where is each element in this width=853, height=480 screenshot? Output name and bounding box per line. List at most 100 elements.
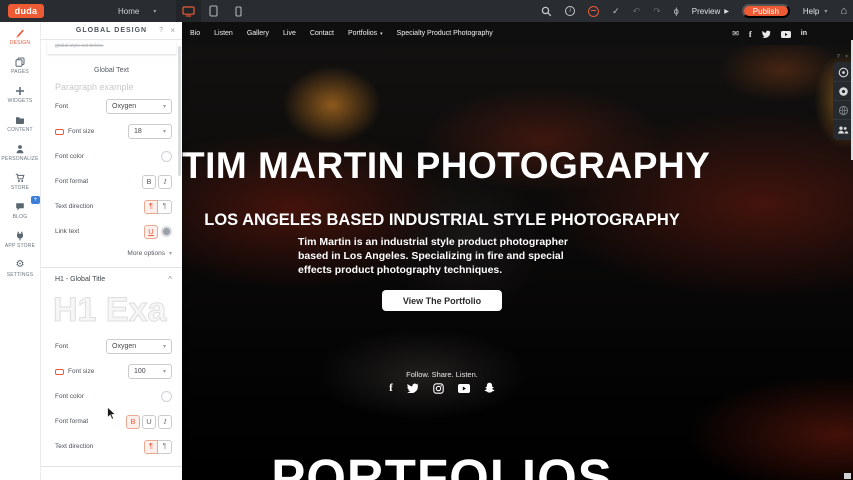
desktop-view-button[interactable] xyxy=(176,0,201,22)
sidebar-item-store[interactable]: STORE xyxy=(0,167,40,196)
font-size-value: 18 xyxy=(134,128,142,135)
link-underline-button[interactable]: U xyxy=(144,225,158,239)
editor-topbar: duda Home ▾ i ✓ ↶ ↷ ϕ xyxy=(0,0,853,22)
duda-logo[interactable]: duda xyxy=(8,4,44,18)
paintbrush-icon xyxy=(15,27,25,38)
sidebar-item-design[interactable]: DESIGN xyxy=(0,22,40,51)
font-size-label-text: Font size xyxy=(68,128,94,135)
nav-item-specialty[interactable]: Specialty Product Photography xyxy=(397,30,493,37)
h1-section-header[interactable]: H1 - Global Title ^ xyxy=(41,268,182,290)
h1-font-size-label: Font size xyxy=(55,368,94,375)
dev-mode-icon[interactable]: ϕ xyxy=(674,7,679,16)
h1-font-family-dropdown[interactable]: Oxygen ▾ xyxy=(106,339,172,354)
h1-font-color-swatch[interactable] xyxy=(161,391,172,402)
desktop-icon xyxy=(182,6,195,17)
twitter-icon[interactable] xyxy=(762,25,771,43)
chevron-down-icon: ▾ xyxy=(153,8,156,15)
person-icon xyxy=(15,143,25,154)
tablet-view-button[interactable] xyxy=(201,0,226,22)
bold-button[interactable]: B xyxy=(142,175,156,189)
page-selector-label: Home xyxy=(118,7,139,16)
undo-icon[interactable]: ↶ xyxy=(633,7,641,16)
check-icon[interactable]: ✓ xyxy=(612,7,620,16)
instagram-icon[interactable] xyxy=(433,383,444,394)
link-color-swatch[interactable] xyxy=(161,226,172,237)
youtube-icon[interactable] xyxy=(458,384,470,393)
h1-ltr-direction-button[interactable]: ¶ xyxy=(144,440,158,454)
font-family-value: Oxygen xyxy=(112,103,136,110)
font-family-dropdown[interactable]: Oxygen ▾ xyxy=(106,99,172,114)
publish-button[interactable]: Publish xyxy=(742,4,790,18)
play-icon: ▶ xyxy=(724,8,729,15)
nav-item-contact[interactable]: Contact xyxy=(310,30,334,37)
italic-button[interactable]: I xyxy=(158,175,172,189)
more-options-link[interactable]: More options ▾ xyxy=(41,246,182,260)
nav-item-portfolios[interactable]: Portfolios ▾ xyxy=(348,30,383,37)
sidebar-item-label: CONTENT xyxy=(7,127,33,133)
cart-icon xyxy=(15,172,25,183)
twitter-icon[interactable] xyxy=(407,383,419,393)
sidebar-item-widgets[interactable]: WIDGETS xyxy=(0,80,40,109)
panel-scrollbar[interactable] xyxy=(178,46,181,176)
h1-font-family-value: Oxygen xyxy=(112,343,136,350)
rtl-direction-button[interactable]: ¶ xyxy=(158,200,172,214)
h1-underline-button[interactable]: U xyxy=(142,415,156,429)
info-icon[interactable]: i xyxy=(565,6,575,16)
site-title: TIM MARTIN PHOTOGRAPHY xyxy=(182,145,702,187)
sidebar-item-content[interactable]: CONTENT xyxy=(0,109,40,138)
h1-font-size-dropdown[interactable]: 100 ▾ xyxy=(128,364,172,379)
mobile-view-button[interactable] xyxy=(226,0,251,22)
snapchat-icon[interactable] xyxy=(484,382,495,394)
email-icon[interactable]: ✉ xyxy=(732,30,739,38)
font-color-swatch[interactable] xyxy=(161,151,172,162)
chat-bubble-icon xyxy=(15,201,25,212)
youtube-icon[interactable] xyxy=(781,25,791,43)
h1-font-size-label-text: Font size xyxy=(68,368,94,375)
edge-toolbar-help[interactable]: ? × xyxy=(837,54,850,60)
view-portfolio-button[interactable]: View The Portfolio xyxy=(382,290,502,311)
page-selector-dropdown[interactable]: Home ▾ xyxy=(118,0,156,22)
font-row: Font Oxygen ▾ xyxy=(41,94,182,119)
nav-item-gallery[interactable]: Gallery xyxy=(247,30,269,37)
status-muted-icon[interactable] xyxy=(588,6,599,17)
tablet-icon xyxy=(209,5,218,17)
h1-bold-button[interactable]: B xyxy=(126,415,140,429)
search-icon[interactable] xyxy=(541,6,552,17)
h1-rtl-direction-button[interactable]: ¶ xyxy=(158,440,172,454)
font-size-dropdown[interactable]: 18 ▾ xyxy=(128,124,172,139)
redo-icon[interactable]: ↷ xyxy=(653,7,661,16)
sidebar-item-label: PERSONALIZE xyxy=(1,156,38,162)
device-override-icon xyxy=(55,369,64,375)
preview-label: Preview xyxy=(692,7,720,16)
facebook-icon[interactable]: f xyxy=(389,382,393,394)
sidebar-item-settings[interactable]: ⚙ SETTINGS xyxy=(0,254,40,283)
help-dropdown[interactable]: Help ▾ xyxy=(803,7,827,16)
site-subtitle: LOS ANGELES BASED INDUSTRIAL STYLE PHOTO… xyxy=(182,211,702,230)
close-icon[interactable]: × xyxy=(170,26,175,35)
resize-handle[interactable] xyxy=(844,473,851,479)
site-preview-canvas: Bio Listen Gallery Live Contact Portfoli… xyxy=(182,22,853,480)
nav-item-live[interactable]: Live xyxy=(283,30,296,37)
ltr-direction-button[interactable]: ¶ xyxy=(144,200,158,214)
h1-italic-button[interactable]: I xyxy=(158,415,172,429)
nav-item-bio[interactable]: Bio xyxy=(190,30,200,37)
linkedin-icon[interactable]: in xyxy=(801,30,807,37)
facebook-icon[interactable]: f xyxy=(749,29,752,39)
device-switcher xyxy=(176,0,251,22)
follow-social-icons: f xyxy=(182,382,702,394)
chevron-down-icon: ▾ xyxy=(169,250,172,257)
help-label: Help xyxy=(803,7,819,16)
sidebar-item-pages[interactable]: PAGES xyxy=(0,51,40,80)
sidebar-item-personalize[interactable]: PERSONALIZE xyxy=(0,138,40,167)
nav-item-listen[interactable]: Listen xyxy=(214,30,233,37)
sidebar-item-app-store[interactable]: APP STORE xyxy=(0,225,40,254)
h1-section-title: H1 - Global Title xyxy=(55,276,105,283)
dashboard-home-icon[interactable]: ⌂ xyxy=(840,6,847,17)
panel-help-icon[interactable]: ? xyxy=(159,27,163,34)
preview-button[interactable]: Preview ▶ xyxy=(692,7,729,16)
h1-font-color-label: Font color xyxy=(55,393,84,400)
nav-social-icons: ✉ f in xyxy=(732,22,807,45)
site-navbar: Bio Listen Gallery Live Contact Portfoli… xyxy=(182,22,853,45)
portfolios-heading: PORTFOLIOS xyxy=(182,448,702,480)
link-text-row: Link text U xyxy=(41,219,182,244)
